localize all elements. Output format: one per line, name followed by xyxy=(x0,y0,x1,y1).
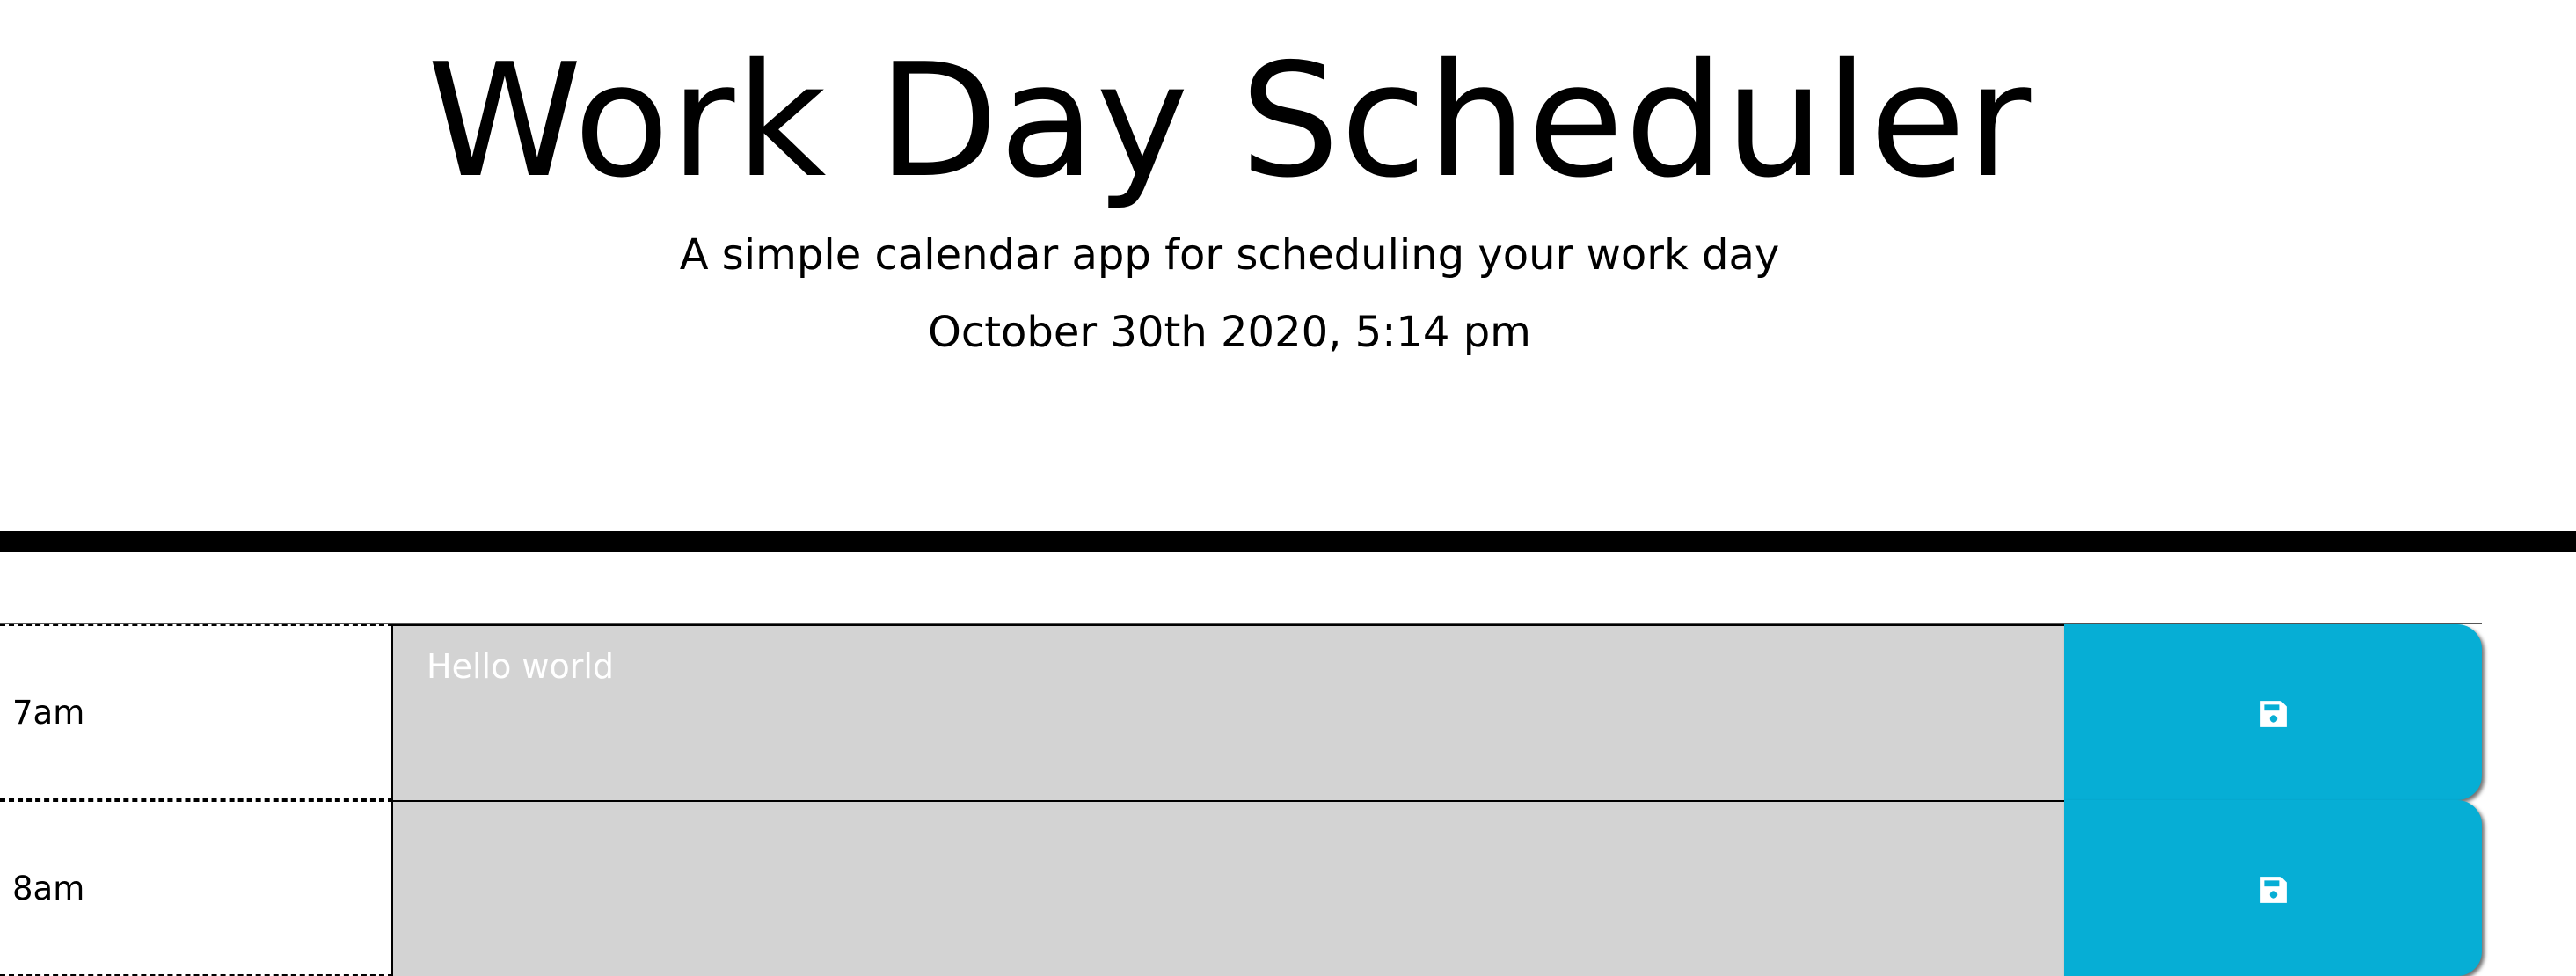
hour-label: 7am xyxy=(0,624,393,800)
time-block-row: 7am Hello world xyxy=(0,624,2482,800)
floppy-disk-icon xyxy=(2259,877,2287,903)
description-input[interactable] xyxy=(393,800,2064,976)
description-input[interactable]: Hello world xyxy=(393,624,2064,800)
save-button[interactable] xyxy=(2064,800,2482,976)
schedule-container: 7am Hello world 8am xyxy=(0,624,2482,976)
floppy-disk-icon xyxy=(2259,701,2287,727)
page-header: Work Day Scheduler A simple calendar app… xyxy=(0,0,2576,552)
hour-label: 8am xyxy=(0,800,393,976)
page-title: Work Day Scheduler xyxy=(427,30,2032,212)
current-day: October 30th 2020, 5:14 pm xyxy=(928,308,1531,357)
page-subtitle: A simple calendar app for scheduling you… xyxy=(679,230,1780,280)
time-block-row: 8am xyxy=(0,800,2482,976)
save-button[interactable] xyxy=(2064,624,2482,800)
